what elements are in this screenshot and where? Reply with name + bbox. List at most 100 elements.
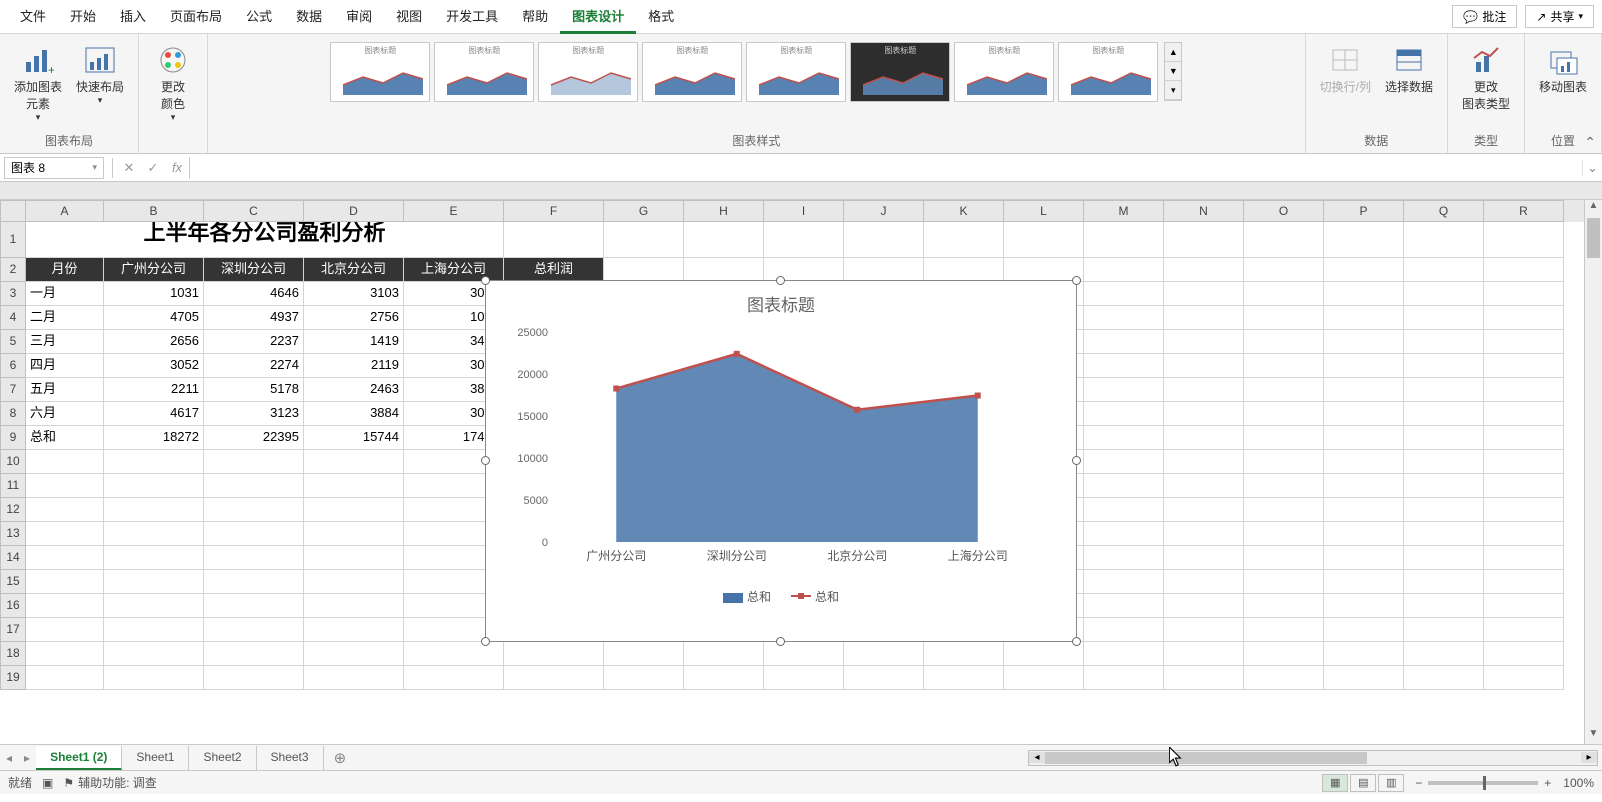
cell[interactable] (1324, 666, 1404, 690)
cell[interactable] (1084, 402, 1164, 426)
cell[interactable] (924, 666, 1004, 690)
add-chart-element-button[interactable]: + 添加图表 元素▾ (10, 42, 66, 125)
row-header-10[interactable]: 10 (0, 450, 26, 474)
cell[interactable]: 4646 (204, 282, 304, 306)
chart-style-thumb[interactable]: 图表标题 (850, 42, 950, 102)
cell[interactable] (1244, 450, 1324, 474)
resize-handle[interactable] (1072, 456, 1081, 465)
cell[interactable] (26, 666, 104, 690)
cell[interactable] (1084, 330, 1164, 354)
zoom-level[interactable]: 100% (1563, 776, 1594, 790)
menu-插入[interactable]: 插入 (108, 0, 158, 34)
cell[interactable] (1084, 306, 1164, 330)
change-chart-type-button[interactable]: 更改 图表类型 (1458, 42, 1514, 114)
menu-开始[interactable]: 开始 (58, 0, 108, 34)
table-header-cell[interactable]: 北京分公司 (304, 258, 404, 282)
chart-title[interactable]: 图表标题 (486, 281, 1076, 322)
comments-button[interactable]: 💬批注 (1452, 5, 1517, 28)
accessibility-status[interactable]: 辅助功能: 调查 (78, 774, 157, 791)
cell[interactable] (1404, 426, 1484, 450)
col-header-J[interactable]: J (844, 200, 924, 222)
cell[interactable] (1404, 522, 1484, 546)
cell[interactable] (1164, 426, 1244, 450)
cell[interactable] (1244, 570, 1324, 594)
cell[interactable] (26, 594, 104, 618)
cell[interactable] (304, 594, 404, 618)
cell[interactable]: 1419 (304, 330, 404, 354)
cell[interactable] (1324, 282, 1404, 306)
cell[interactable] (1244, 306, 1324, 330)
cell[interactable] (1244, 522, 1324, 546)
col-header-E[interactable]: E (404, 200, 504, 222)
cell[interactable] (1164, 222, 1244, 258)
cell[interactable] (1084, 282, 1164, 306)
table-header-cell[interactable]: 广州分公司 (104, 258, 204, 282)
cell[interactable] (1164, 522, 1244, 546)
cell[interactable] (204, 450, 304, 474)
cell[interactable]: 18272 (104, 426, 204, 450)
zoom-out-button[interactable]: − (1415, 776, 1422, 790)
fx-button[interactable]: fx (165, 160, 189, 175)
cell[interactable] (1404, 618, 1484, 642)
cell[interactable] (1244, 666, 1324, 690)
cell[interactable] (1324, 546, 1404, 570)
cell[interactable] (1164, 570, 1244, 594)
chart-style-thumb[interactable]: 图表标题 (746, 42, 846, 102)
cell[interactable] (304, 474, 404, 498)
cell[interactable] (504, 642, 604, 666)
cell[interactable] (1084, 618, 1164, 642)
cell[interactable] (1164, 498, 1244, 522)
col-header-H[interactable]: H (684, 200, 764, 222)
cell[interactable]: 3884 (304, 402, 404, 426)
cell[interactable] (604, 666, 684, 690)
table-header-cell[interactable] (1244, 258, 1324, 282)
cell[interactable] (26, 522, 104, 546)
cell[interactable] (684, 666, 764, 690)
resize-handle[interactable] (481, 456, 490, 465)
cell[interactable] (764, 222, 844, 258)
menu-公式[interactable]: 公式 (234, 0, 284, 34)
gallery-up-button[interactable]: ▲ (1165, 43, 1181, 62)
gallery-more-button[interactable]: ▾ (1165, 81, 1181, 100)
cell[interactable] (1484, 474, 1564, 498)
cell[interactable]: 二月 (26, 306, 104, 330)
cell[interactable] (104, 642, 204, 666)
tab-nav-prev[interactable]: ▸ (18, 751, 36, 765)
cell[interactable] (1084, 594, 1164, 618)
cell[interactable]: 22395 (204, 426, 304, 450)
cell[interactable] (1484, 570, 1564, 594)
cell[interactable] (1084, 354, 1164, 378)
table-header-cell[interactable] (844, 258, 924, 282)
cell[interactable] (1324, 222, 1404, 258)
cell[interactable]: 2656 (104, 330, 204, 354)
cell[interactable] (1324, 402, 1404, 426)
cell[interactable] (26, 570, 104, 594)
cell[interactable] (1244, 618, 1324, 642)
cell[interactable]: 5178 (204, 378, 304, 402)
cell[interactable]: 3123 (204, 402, 304, 426)
cell[interactable] (204, 498, 304, 522)
cell[interactable]: 1031 (104, 282, 204, 306)
cell[interactable]: 3052 (104, 354, 204, 378)
cell[interactable] (1484, 354, 1564, 378)
row-header-1[interactable]: 1 (0, 222, 26, 258)
zoom-in-button[interactable]: + (1544, 776, 1551, 790)
cell[interactable] (204, 642, 304, 666)
chart-style-thumb[interactable]: 图表标题 (954, 42, 1054, 102)
sheet-tab[interactable]: Sheet1 (2) (36, 746, 122, 770)
row-header-19[interactable]: 19 (0, 666, 26, 690)
ribbon-collapse-button[interactable]: ⌃ (1584, 134, 1596, 151)
cell[interactable] (1484, 450, 1564, 474)
cell[interactable] (26, 498, 104, 522)
scrollbar-thumb[interactable] (1587, 218, 1600, 258)
cell[interactable] (1484, 330, 1564, 354)
col-header-N[interactable]: N (1164, 200, 1244, 222)
cell[interactable] (1244, 594, 1324, 618)
cell[interactable] (204, 618, 304, 642)
cell[interactable]: 2274 (204, 354, 304, 378)
menu-视图[interactable]: 视图 (384, 0, 434, 34)
cell[interactable] (304, 498, 404, 522)
row-header-8[interactable]: 8 (0, 402, 26, 426)
chart-style-thumb[interactable]: 图表标题 (1058, 42, 1158, 102)
cell[interactable] (1084, 642, 1164, 666)
